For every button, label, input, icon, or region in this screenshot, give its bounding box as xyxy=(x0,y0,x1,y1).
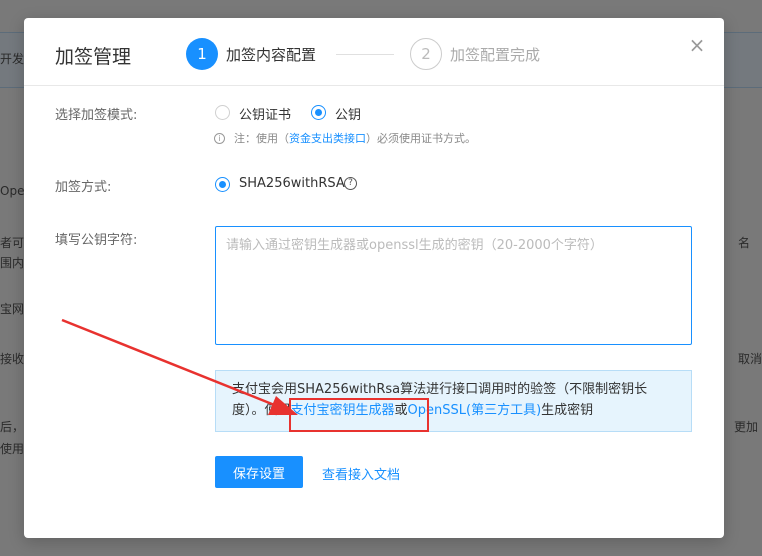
step-1: 1 加签内容配置 xyxy=(186,38,316,70)
radio-sha256withrsa[interactable] xyxy=(215,177,230,192)
info-icon: i xyxy=(214,132,225,144)
info-text-3: 生成密钥 xyxy=(541,403,594,418)
radio-public-key[interactable] xyxy=(311,105,326,120)
radio-public-key-certificate[interactable] xyxy=(215,105,230,120)
radio-sha256withrsa-label[interactable]: SHA256withRSA xyxy=(239,176,345,191)
close-icon[interactable]: × xyxy=(688,35,706,55)
radio-public-key-certificate-label[interactable]: 公钥证书 xyxy=(239,104,291,123)
step-2-number: 2 xyxy=(410,38,442,70)
help-icon[interactable]: ? xyxy=(344,177,357,190)
step-connector xyxy=(336,54,394,55)
step-2-label: 加签配置完成 xyxy=(450,45,541,64)
note-suffix: ）必须使用证书方式。 xyxy=(366,132,476,145)
view-docs-link[interactable]: 查看接入文档 xyxy=(322,464,400,483)
info-text-2: 或 xyxy=(394,403,408,418)
method-label: 加签方式: xyxy=(55,180,112,195)
dialog-title: 加签管理 xyxy=(55,46,132,68)
key-info-box: 支付宝会用SHA256withRsa算法进行接口调用时的验签（不限制密钥长度）。… xyxy=(215,370,692,432)
signature-management-dialog: 加签管理 1 加签内容配置 2 加签配置完成 × 选择加签模式: 公钥证书 公钥… xyxy=(24,18,724,538)
public-key-input[interactable] xyxy=(215,226,692,345)
fund-interface-link[interactable]: 资金支出类接口 xyxy=(289,130,366,146)
openssl-link[interactable]: OpenSSL(第三方工具) xyxy=(408,403,542,418)
dialog-header: 加签管理 1 加签内容配置 2 加签配置完成 × xyxy=(24,18,724,86)
radio-public-key-label[interactable]: 公钥 xyxy=(335,104,361,123)
key-label: 填写公钥字符: xyxy=(55,233,138,248)
step-2: 2 加签配置完成 xyxy=(410,38,540,70)
save-settings-button[interactable]: 保存设置 xyxy=(215,456,303,488)
step-1-number: 1 xyxy=(186,38,218,70)
certificate-note: i 注：使用（ 资金支出类接口 ）必须使用证书方式。 xyxy=(214,130,476,146)
mode-label: 选择加签模式: xyxy=(55,108,138,123)
note-prefix: 注：使用（ xyxy=(234,132,289,145)
alipay-key-generator-link[interactable]: 支付宝密钥生成器 xyxy=(291,403,395,418)
step-1-label: 加签内容配置 xyxy=(226,45,317,64)
